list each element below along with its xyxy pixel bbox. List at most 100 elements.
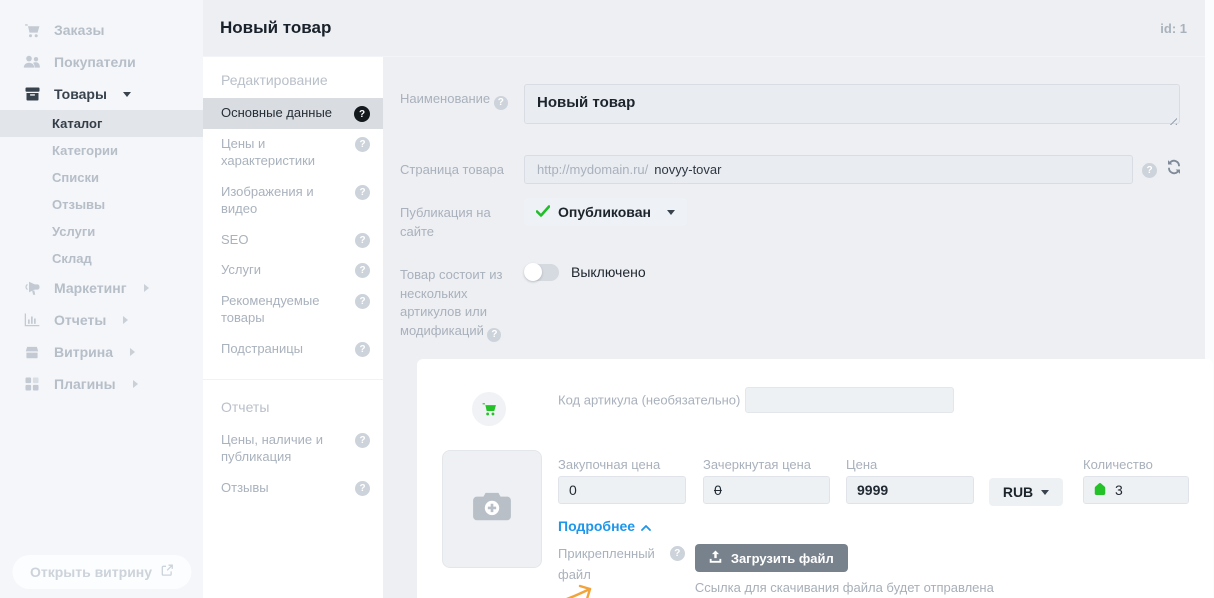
sidebar-subitem-label: Каталог <box>52 116 102 131</box>
publication-select[interactable]: Опубликован <box>524 198 687 226</box>
sidebar-item-reviews[interactable]: Отзывы <box>0 191 203 218</box>
warehouse-icon <box>1093 482 1107 499</box>
subnav-item-seo[interactable]: SEO <box>203 225 383 256</box>
photo-upload-placeholder[interactable] <box>442 450 542 568</box>
upload-hint-text: Ссылка для скачивания файла будет отправ… <box>695 578 1053 598</box>
sku-label: Код артикула (необязательно) <box>558 393 740 408</box>
subnav-item-subpages[interactable]: Подстраницы <box>203 334 383 365</box>
bar-chart-icon <box>23 313 41 327</box>
main-sidebar: Заказы Покупатели Товары Каталог Категор… <box>0 0 203 598</box>
product-name-input[interactable] <box>524 84 1180 124</box>
quantity-label: Количество <box>1083 457 1189 472</box>
sidebar-item-label: Покупатели <box>54 54 136 70</box>
chevron-right-icon <box>144 284 149 292</box>
attached-file-label: Прикрепленный файл <box>558 544 655 584</box>
help-icon[interactable] <box>355 433 370 448</box>
upload-file-button[interactable]: Загрузить файл <box>695 544 848 572</box>
price-label: Цена <box>846 457 974 472</box>
plugins-icon <box>23 377 41 391</box>
sku-input[interactable] <box>745 387 954 413</box>
quantity-input[interactable]: 3 <box>1083 476 1189 504</box>
help-icon[interactable] <box>494 96 508 110</box>
help-icon[interactable] <box>670 546 685 561</box>
help-icon[interactable] <box>355 137 370 152</box>
help-icon[interactable] <box>1142 163 1157 178</box>
url-slug: novyy-tovar <box>654 162 721 177</box>
publication-value: Опубликован <box>558 204 651 220</box>
open-storefront-label: Открыть витрину <box>30 564 152 580</box>
url-prefix: http://mydomain.ru/ <box>537 162 648 177</box>
price-input[interactable] <box>846 476 974 504</box>
name-field-label: Наименование <box>400 84 524 129</box>
record-id-badge: id: 1 <box>1160 21 1187 36</box>
product-subnav: Редактирование Основные данные Цены и ха… <box>203 57 383 598</box>
quantity-value: 3 <box>1115 482 1123 498</box>
purchase-price-input[interactable] <box>558 476 686 504</box>
help-icon[interactable] <box>355 185 370 200</box>
help-icon[interactable] <box>487 328 501 342</box>
sidebar-item-customers[interactable]: Покупатели <box>0 46 203 78</box>
cart-icon <box>23 23 41 38</box>
help-icon[interactable] <box>355 263 370 278</box>
subnav-item-main-data[interactable]: Основные данные <box>203 98 383 129</box>
chevron-right-icon <box>130 348 135 356</box>
help-icon[interactable] <box>355 342 370 357</box>
sidebar-item-label: Витрина <box>54 344 113 360</box>
sidebar-item-categories[interactable]: Категории <box>0 137 203 164</box>
app-window: Заказы Покупатели Товары Каталог Категор… <box>0 0 1214 598</box>
sidebar-item-services[interactable]: Услуги <box>0 218 203 245</box>
currency-select[interactable]: RUB <box>989 478 1063 506</box>
sidebar-subitem-label: Услуги <box>52 224 95 239</box>
help-icon[interactable] <box>355 233 370 248</box>
sidebar-item-storefront[interactable]: Витрина <box>0 336 203 368</box>
subnav-item-price-availability[interactable]: Цены, наличие и публикация <box>203 425 383 473</box>
sidebar-item-catalog[interactable]: Каталог <box>0 110 203 137</box>
help-icon[interactable] <box>354 106 370 122</box>
publication-field-label: Публикация на сайте <box>400 198 524 242</box>
sidebar-subitem-label: Склад <box>52 251 92 266</box>
variants-toggle-state: Выключено <box>571 264 646 280</box>
sidebar-item-marketing[interactable]: Маркетинг <box>0 272 203 304</box>
sidebar-item-lists[interactable]: Списки <box>0 164 203 191</box>
subnav-item-recommended[interactable]: Рекомендуемые товары <box>203 286 383 334</box>
product-form: Наименование Страница товара http://mydo… <box>383 57 1205 598</box>
sidebar-item-products[interactable]: Товары <box>0 78 203 110</box>
subnav-item-reviews-report[interactable]: Отзывы <box>203 473 383 504</box>
main-area: Новый товар id: 1 Редактирование Основны… <box>203 0 1205 598</box>
sidebar-subitem-label: Списки <box>52 170 99 185</box>
open-storefront-button[interactable]: Открыть витрину <box>12 555 191 589</box>
external-link-icon <box>160 564 173 580</box>
sidebar-subitem-label: Категории <box>52 143 118 158</box>
chevron-right-icon <box>123 316 128 324</box>
page-field-label: Страница товара <box>400 155 524 184</box>
subnav-item-images[interactable]: Изображения и видео <box>203 177 383 225</box>
refresh-icon[interactable] <box>1166 159 1182 180</box>
help-icon[interactable] <box>355 294 370 309</box>
sidebar-item-warehouse[interactable]: Склад <box>0 245 203 272</box>
page-header: Новый товар id: 1 <box>203 0 1205 57</box>
product-url-input[interactable]: http://mydomain.ru/ novyy-tovar <box>524 155 1133 184</box>
variant-cart-icon <box>472 392 506 426</box>
variants-field-label: Товар состоит из нескольких артикулов ил… <box>400 260 524 343</box>
subnav-section-reports: Отчеты <box>203 390 383 425</box>
sidebar-item-label: Плагины <box>54 376 116 392</box>
subnav-item-services[interactable]: Услуги <box>203 255 383 286</box>
sidebar-item-orders[interactable]: Заказы <box>0 14 203 46</box>
chevron-down-icon <box>123 92 131 97</box>
old-price-label: Зачеркнутая цена <box>703 457 830 472</box>
help-icon[interactable] <box>355 481 370 496</box>
sidebar-item-label: Маркетинг <box>54 280 127 296</box>
storefront-icon <box>23 346 41 359</box>
old-price-input[interactable] <box>703 476 830 504</box>
sidebar-item-reports[interactable]: Отчеты <box>0 304 203 336</box>
subnav-item-prices[interactable]: Цены и характеристики <box>203 129 383 177</box>
sidebar-item-plugins[interactable]: Плагины <box>0 368 203 400</box>
more-details-link[interactable]: Подробнее <box>558 518 651 534</box>
chevron-up-icon <box>641 518 651 534</box>
products-box-icon <box>23 87 41 101</box>
page-title: Новый товар <box>220 18 1160 38</box>
people-icon <box>23 55 41 69</box>
variants-toggle[interactable] <box>524 264 559 281</box>
upload-icon <box>709 550 722 566</box>
subnav-section-edit: Редактирование <box>203 63 383 98</box>
